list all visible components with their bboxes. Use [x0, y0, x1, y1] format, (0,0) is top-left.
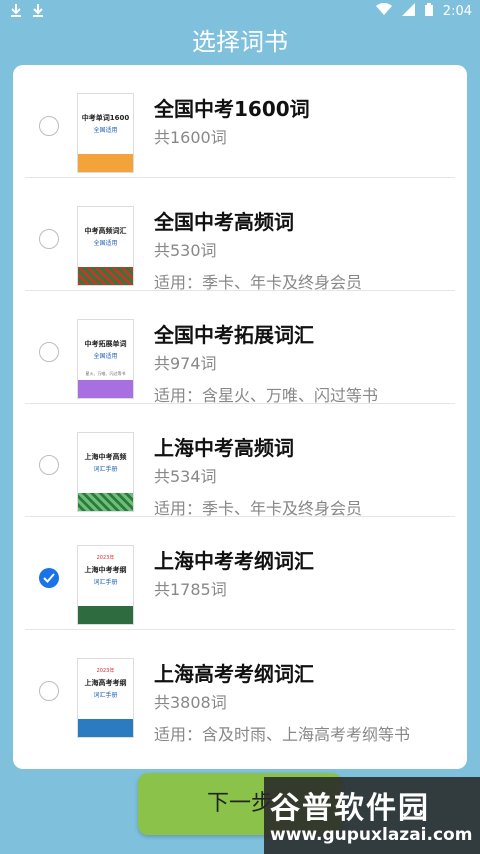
book-count: 共3808词	[154, 693, 227, 712]
book-count: 共974词	[154, 354, 217, 373]
download-icon	[32, 3, 44, 21]
battery-icon	[424, 3, 433, 20]
page-title: 选择词书	[192, 28, 288, 56]
watermark-brand: 谷普软件园	[270, 791, 430, 826]
book-count: 共1785词	[154, 580, 227, 599]
book-cover: 2023年 上海中考考纲 词汇手册	[77, 545, 134, 625]
book-cover: 中考单词1600 全国适用	[77, 93, 134, 173]
checkmark-icon	[43, 573, 55, 583]
cover-title: 上海中考考纲	[84, 566, 127, 574]
cover-band	[78, 267, 133, 285]
signal-icon	[401, 3, 415, 20]
cover-title: 上海中考高频	[84, 453, 127, 461]
book-item[interactable]: 2023年 上海高考考纲 词汇手册 上海高考考纲词汇 共3808词 适用：含及时…	[13, 630, 467, 744]
cover-band	[78, 719, 133, 737]
book-count: 共530词	[154, 241, 217, 260]
cover-subtitle: 全国适用	[93, 240, 118, 247]
book-title: 全国中考高频词	[154, 210, 294, 234]
book-cover: 中考拓展单词 全国适用 星火、万唯、闪过等书	[77, 319, 134, 399]
book-cover: 2023年 上海高考考纲 词汇手册	[77, 658, 134, 738]
book-title: 全国中考拓展词汇	[154, 323, 314, 347]
cover-band	[78, 380, 133, 398]
book-title: 上海高考考纲词汇	[154, 662, 314, 686]
book-item[interactable]: 2023年 上海中考考纲 词汇手册 上海中考考纲词汇 共1785词	[13, 517, 467, 630]
radio-button[interactable]	[39, 455, 59, 475]
watermark: 谷普软件园 www.gupuxlazai.com	[264, 777, 480, 854]
book-cover: 上海中考高频 词汇手册	[77, 432, 134, 512]
status-time: 2:04	[442, 4, 472, 19]
book-item[interactable]: 中考高频词汇 全国适用 全国中考高频词 共530词 适用：季卡、年卡及终身会员	[13, 178, 467, 292]
radio-button[interactable]	[39, 681, 59, 701]
cover-subtitle: 全国适用	[93, 353, 118, 360]
book-title: 上海中考高频词	[154, 436, 294, 460]
book-item[interactable]: 中考单词1600 全国适用 全国中考1600词 共1600词	[13, 65, 467, 178]
watermark-url: www.gupuxlazai.com	[270, 825, 473, 845]
book-cover: 中考高频词汇 全国适用	[77, 206, 134, 286]
book-count: 共534词	[154, 467, 217, 486]
status-left	[10, 3, 44, 21]
book-list: 中考单词1600 全国适用 全国中考1600词 共1600词 中考高频词汇 全国…	[13, 65, 467, 769]
cover-year: 2023年	[96, 555, 115, 561]
cover-year: 2023年	[96, 668, 115, 674]
download-icon	[10, 3, 22, 21]
status-right: 2:04	[375, 2, 472, 20]
book-title: 全国中考1600词	[154, 97, 310, 121]
cover-title: 上海高考考纲	[84, 679, 127, 687]
cover-subtitle: 词汇手册	[93, 466, 118, 473]
book-count: 共1600词	[154, 128, 227, 147]
wifi-icon	[375, 2, 392, 20]
cover-subtitle: 全国适用	[93, 127, 118, 134]
cover-band	[78, 606, 133, 624]
cover-title: 中考高频词汇	[84, 227, 127, 235]
radio-button[interactable]	[39, 116, 59, 136]
radio-button[interactable]	[39, 342, 59, 362]
book-item[interactable]: 上海中考高频 词汇手册 上海中考高频词 共534词 适用：季卡、年卡及终身会员	[13, 404, 467, 518]
cover-note: 星火、万唯、闪过等书	[85, 371, 126, 376]
radio-button[interactable]	[39, 229, 59, 249]
status-bar: 2:04	[0, 0, 480, 22]
radio-button-checked[interactable]	[39, 568, 59, 588]
book-note: 适用：含及时雨、上海高考考纲等书	[154, 725, 411, 744]
cover-subtitle: 词汇手册	[93, 692, 118, 699]
cover-title: 中考拓展单词	[84, 340, 127, 348]
cover-subtitle: 词汇手册	[93, 579, 118, 586]
book-title: 上海中考考纲词汇	[154, 549, 314, 573]
book-item[interactable]: 中考拓展单词 全国适用 星火、万唯、闪过等书 全国中考拓展词汇 共974词 适用…	[13, 291, 467, 405]
cover-band	[78, 493, 133, 511]
cover-band	[78, 154, 133, 172]
cover-title: 中考单词1600	[81, 114, 130, 122]
